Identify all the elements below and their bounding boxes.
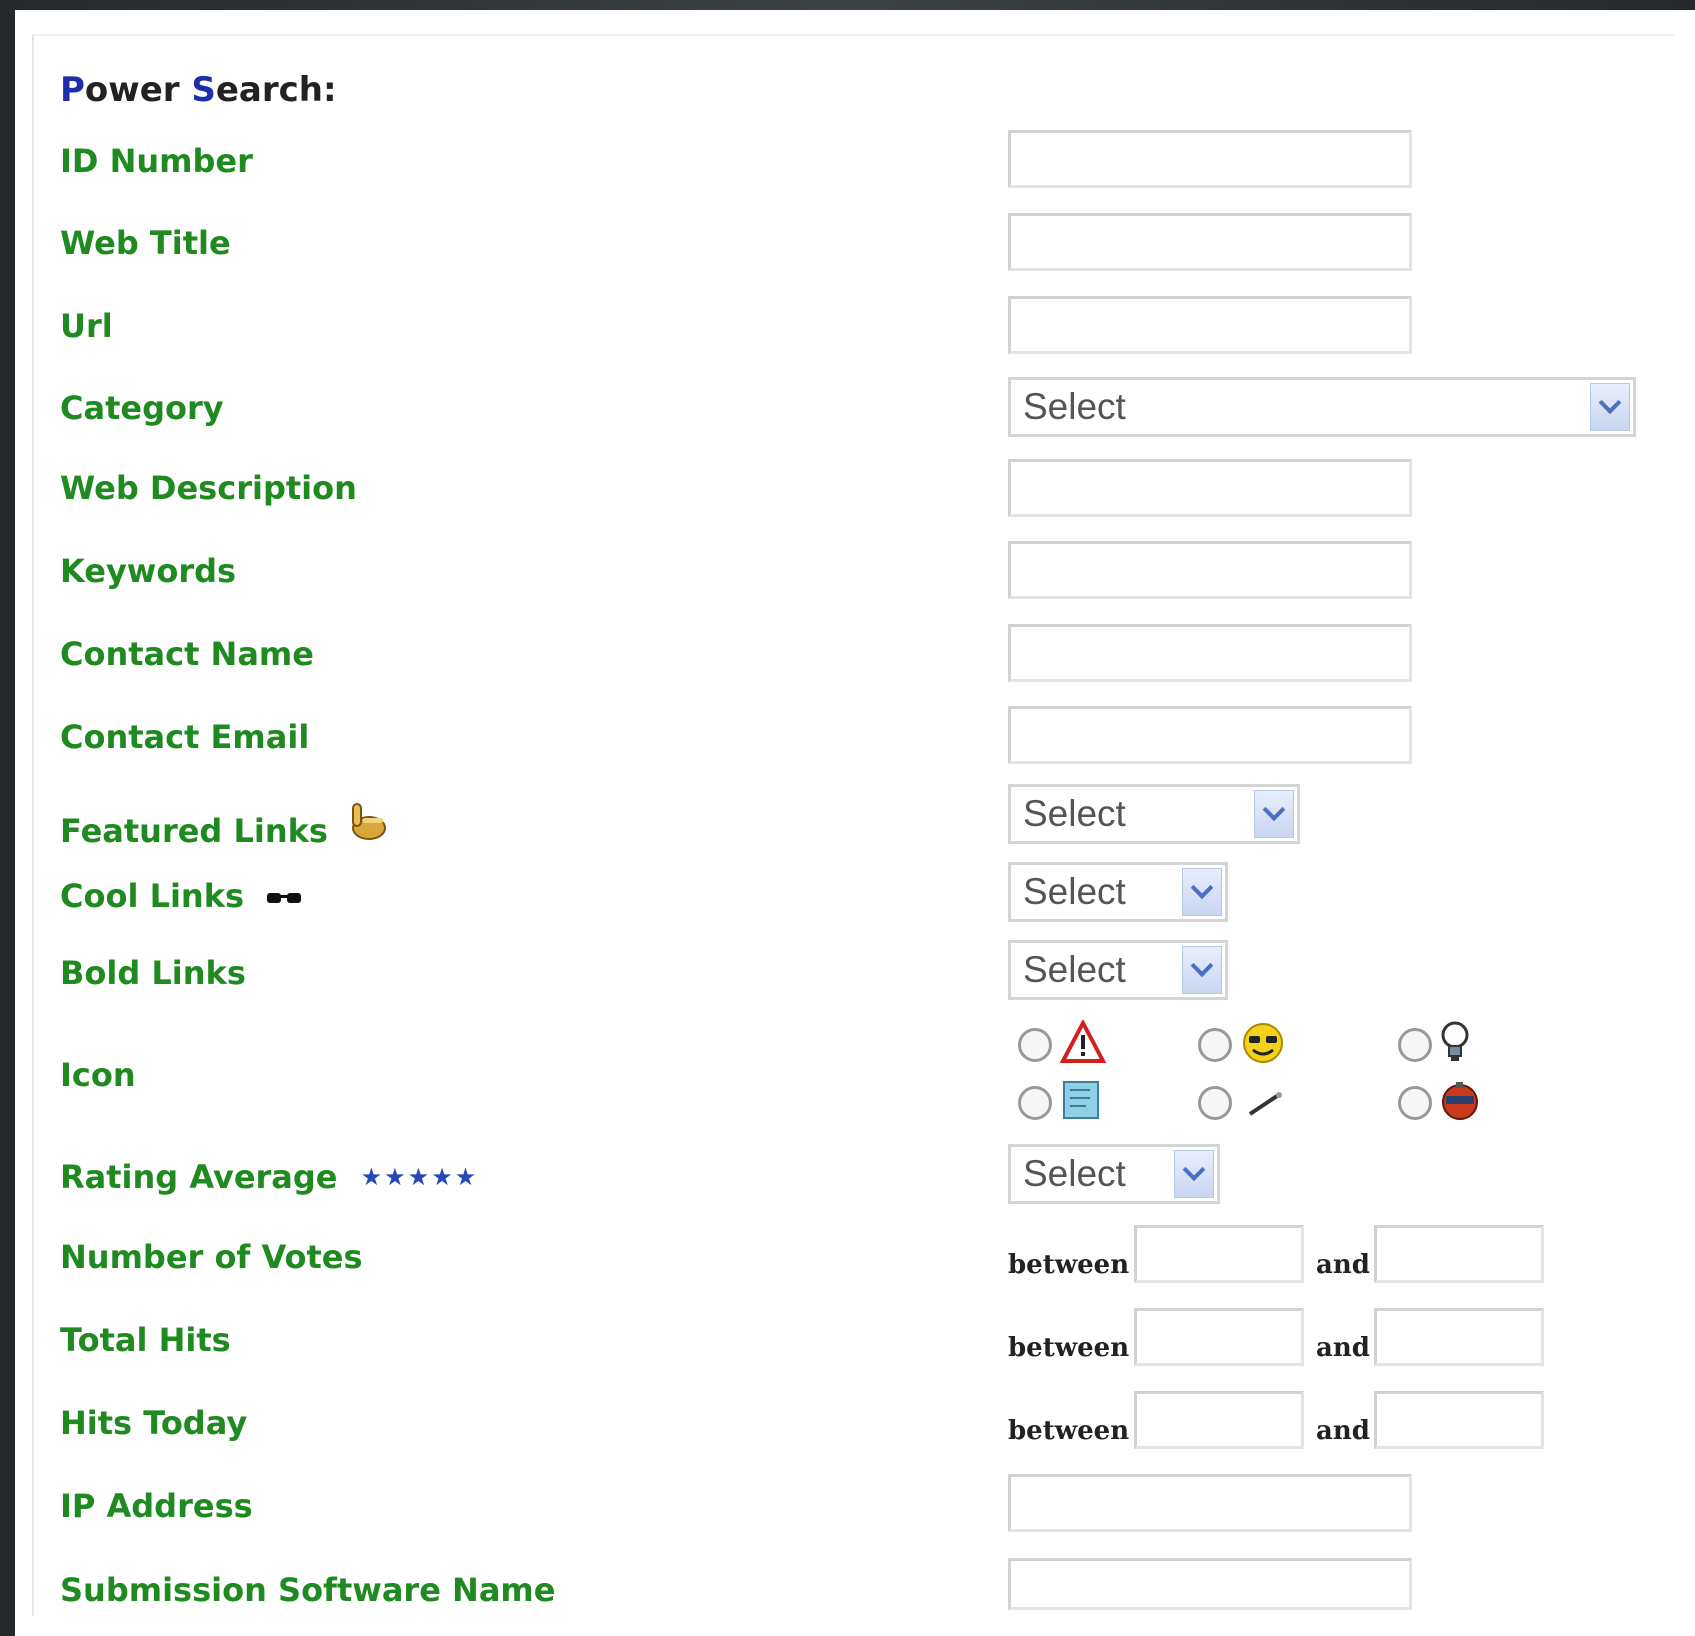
bold-links-select[interactable]: Select xyxy=(1008,940,1228,1000)
pen-icon xyxy=(1248,1092,1282,1116)
hits-today-and-label: and xyxy=(1316,1416,1370,1446)
hits-today-min-input[interactable] xyxy=(1134,1391,1304,1449)
total-hits-and-label: and xyxy=(1316,1333,1370,1363)
bold-links-label: Bold Links xyxy=(60,954,246,992)
votes-min-input[interactable] xyxy=(1134,1225,1304,1283)
votes-and-label: and xyxy=(1316,1250,1370,1280)
icon-radio-bomb[interactable] xyxy=(1398,1086,1432,1120)
map-icon xyxy=(1063,1081,1099,1119)
keywords-label: Keywords xyxy=(60,552,237,590)
featured-links-select[interactable]: Select xyxy=(1008,784,1300,844)
url-label: Url xyxy=(60,307,113,345)
keywords-input[interactable] xyxy=(1008,541,1412,599)
icon-radio-pen[interactable] xyxy=(1198,1086,1232,1120)
chevron-down-icon[interactable] xyxy=(1174,1150,1214,1198)
web-description-input[interactable] xyxy=(1008,459,1412,517)
category-select[interactable]: Select xyxy=(1008,377,1636,437)
submission-software-name-input[interactable] xyxy=(1008,1558,1412,1610)
contact-email-label: Contact Email xyxy=(60,718,310,756)
votes-max-input[interactable] xyxy=(1374,1225,1544,1283)
contact-name-input[interactable] xyxy=(1008,624,1412,682)
chevron-down-icon[interactable] xyxy=(1590,383,1630,431)
bold-links-select-value: Select xyxy=(1023,949,1126,990)
bomb-icon xyxy=(1442,1082,1478,1120)
featured-links-select-value: Select xyxy=(1023,793,1126,834)
id-number-label: ID Number xyxy=(60,142,253,180)
total-hits-max-input[interactable] xyxy=(1374,1308,1544,1366)
icon-radio-warning[interactable] xyxy=(1018,1028,1052,1062)
web-description-label: Web Description xyxy=(60,469,357,507)
cool-links-label: Cool Links xyxy=(60,877,305,915)
total-hits-label: Total Hits xyxy=(60,1321,231,1359)
warning-triangle-icon xyxy=(1060,1020,1106,1063)
icon-radio-cool[interactable] xyxy=(1198,1028,1232,1062)
contact-name-label: Contact Name xyxy=(60,635,314,673)
rating-average-select[interactable]: Select xyxy=(1008,1144,1220,1204)
rating-average-select-value: Select xyxy=(1023,1153,1126,1194)
hits-today-max-input[interactable] xyxy=(1374,1391,1544,1449)
icon-radio-lightbulb[interactable] xyxy=(1398,1028,1432,1062)
icon-radio-map[interactable] xyxy=(1018,1086,1052,1120)
total-hits-min-input[interactable] xyxy=(1134,1308,1304,1366)
chevron-down-icon[interactable] xyxy=(1254,790,1294,838)
category-label: Category xyxy=(60,389,224,427)
votes-between-label: between xyxy=(1008,1250,1130,1280)
hits-today-label: Hits Today xyxy=(60,1404,248,1442)
submission-software-name-label: Submission Software Name xyxy=(60,1571,556,1609)
pointing-hand-icon xyxy=(352,803,387,840)
sunglasses-icon xyxy=(267,893,302,903)
web-title-input[interactable] xyxy=(1008,213,1412,271)
icon-label: Icon xyxy=(60,1056,136,1094)
total-hits-between-label: between xyxy=(1008,1333,1130,1363)
cool-links-select-value: Select xyxy=(1023,871,1126,912)
rating-stars-icon: ★★★★★ xyxy=(360,1163,479,1191)
contact-email-input[interactable] xyxy=(1008,706,1412,764)
web-title-label: Web Title xyxy=(60,224,231,262)
featured-links-label: Featured Links xyxy=(60,800,389,850)
hits-today-between-label: between xyxy=(1008,1416,1130,1446)
url-input[interactable] xyxy=(1008,296,1412,354)
page-title: Power Search: xyxy=(60,70,337,110)
number-of-votes-label: Number of Votes xyxy=(60,1238,363,1276)
ip-address-input[interactable] xyxy=(1008,1474,1412,1532)
chevron-down-icon[interactable] xyxy=(1182,868,1222,916)
cool-smiley-icon xyxy=(1243,1023,1283,1063)
rating-average-label: Rating Average ★★★★★ xyxy=(60,1158,479,1196)
chevron-down-icon[interactable] xyxy=(1182,946,1222,994)
ip-address-label: IP Address xyxy=(60,1487,253,1525)
category-select-value: Select xyxy=(1023,386,1126,427)
lightbulb-icon xyxy=(1441,1021,1469,1061)
cool-links-select[interactable]: Select xyxy=(1008,862,1228,922)
id-number-input[interactable] xyxy=(1008,130,1412,188)
